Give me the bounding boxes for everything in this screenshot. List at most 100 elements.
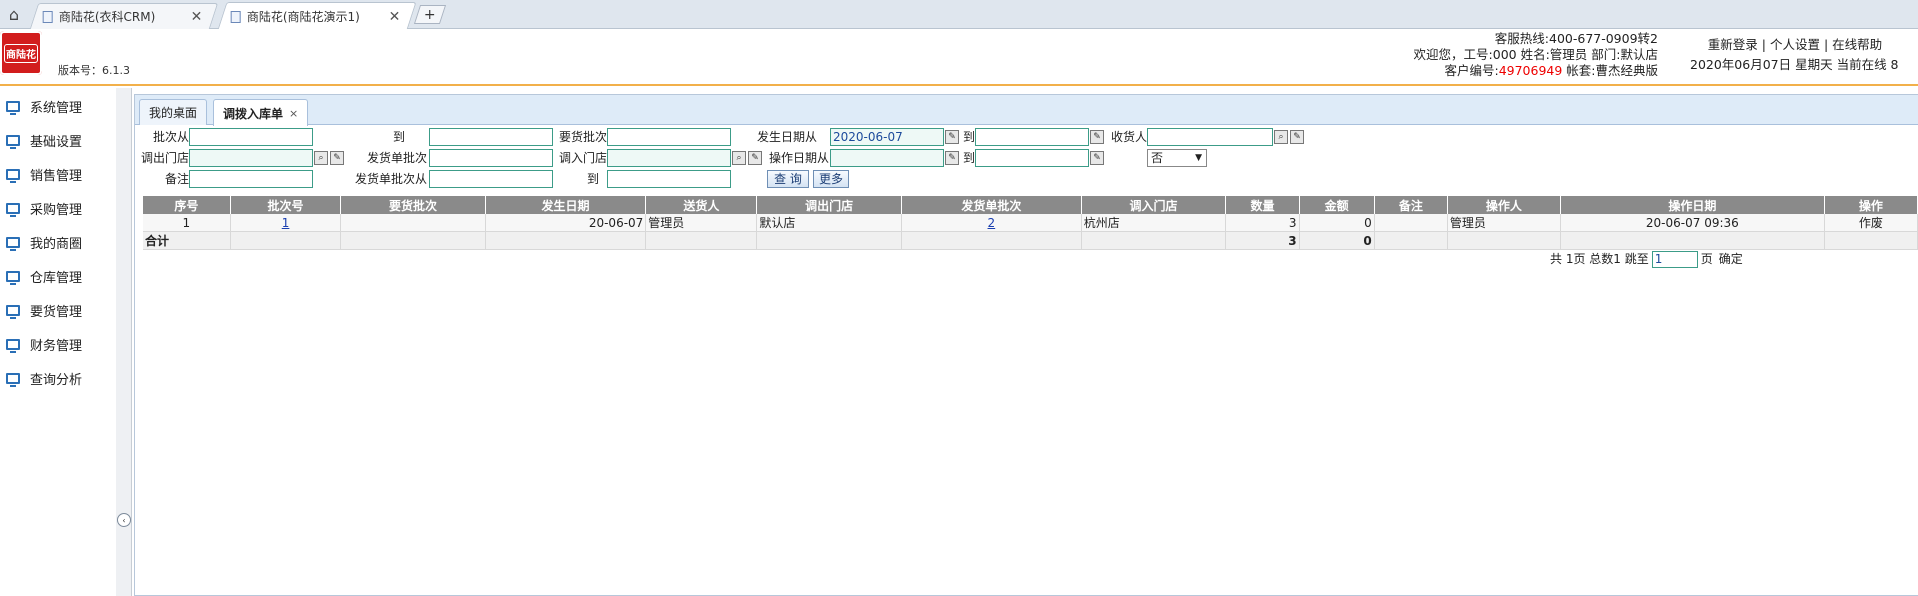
batch-to-input[interactable] (429, 128, 553, 146)
cell-qty: 3 (1225, 214, 1300, 232)
customer-line: 客户编号:49706949 帐套:曹杰经典版 (1444, 63, 1658, 78)
ship-batch-label: 发货单批次 (366, 151, 427, 165)
sidebar-item-business-circle[interactable]: 我的商圈 (6, 232, 82, 252)
cell-operator: 管理员 (1447, 214, 1561, 232)
pencil-icon[interactable]: ✎ (1290, 130, 1304, 144)
sidebar-item-warehouse[interactable]: 仓库管理 (6, 266, 82, 286)
table-sum-row: 合计 3 0 (143, 231, 1918, 250)
home-icon[interactable]: ⌂ (0, 0, 28, 29)
column-header[interactable]: 备注 (1374, 196, 1448, 214)
date-from-input[interactable]: 2020-06-07 (830, 128, 944, 146)
query-button[interactable]: 查 询 (767, 170, 809, 188)
void-action[interactable]: 作废 (1824, 214, 1918, 232)
search-icon[interactable]: ⌕ (314, 151, 328, 165)
close-icon[interactable]: ✕ (389, 9, 401, 25)
monitor-icon (6, 338, 20, 353)
receiver-input[interactable] (1147, 128, 1273, 146)
column-header[interactable]: 调出门店 (756, 196, 902, 214)
cell-deliverer: 管理员 (645, 214, 758, 232)
cell-op-date: 20-06-07 09:36 (1560, 214, 1825, 232)
header-links: 重新登录 | 个人设置 | 在线帮助 2020年06月07日 星期天 当前在线 … (1690, 35, 1900, 75)
more-button[interactable]: 更多 (813, 170, 849, 188)
search-icon[interactable]: ⌕ (1274, 130, 1288, 144)
batch-link[interactable]: 1 (282, 216, 290, 230)
cell-ship-batch: 2 (901, 214, 1082, 232)
column-header[interactable]: 送货人 (645, 196, 758, 214)
tab-transfer-in[interactable]: 调拨入库单 × (213, 99, 309, 126)
tab-my-desktop[interactable]: 我的桌面 (139, 99, 208, 125)
date-to-input[interactable] (975, 128, 1089, 146)
sidebar-item-finance[interactable]: 财务管理 (6, 334, 82, 354)
close-icon[interactable]: ✕ (191, 9, 203, 25)
batch-from-label: 批次从 (152, 130, 189, 144)
date-line: 2020年06月07日 星期天 当前在线 8 (1690, 57, 1899, 72)
transfer-in-table: 序号 批次号 要货批次 发生日期 送货人 调出门店 发货单批次 调入门店 数量 … (143, 196, 1918, 250)
browser-tab-demo[interactable]: 商陆花(商陆花演示1) ✕ (217, 2, 417, 30)
out-store-input[interactable] (189, 149, 313, 167)
online-help-link[interactable]: 在线帮助 (1832, 37, 1882, 52)
column-header[interactable]: 操作 (1824, 196, 1918, 214)
cell-seq: 1 (143, 214, 231, 232)
customer-number: 49706949 (1498, 63, 1563, 78)
ship-batch-input[interactable] (429, 149, 553, 167)
hotline: 客服热线:400-677-0909转2 (1494, 31, 1658, 46)
relogin-link[interactable]: 重新登录 (1708, 37, 1758, 52)
search-icon[interactable]: ⌕ (732, 151, 746, 165)
column-header[interactable]: 操作日期 (1560, 196, 1825, 214)
sidebar-item-system[interactable]: 系统管理 (6, 96, 82, 116)
column-header[interactable]: 批次号 (230, 196, 342, 214)
pencil-icon[interactable]: ✎ (330, 151, 344, 165)
column-header[interactable]: 发生日期 (485, 196, 647, 214)
column-header[interactable]: 发货单批次 (901, 196, 1082, 214)
table-row[interactable]: 1 1 20-06-07 管理员 默认店 2 杭州店 3 0 管理员 20-06… (143, 214, 1918, 232)
collapse-sidebar-icon[interactable]: ‹ (117, 513, 131, 527)
table-header-row: 序号 批次号 要货批次 发生日期 送货人 调出门店 发货单批次 调入门店 数量 … (143, 196, 1918, 214)
pencil-icon[interactable]: ✎ (1090, 151, 1104, 165)
sidebar-item-basic-settings[interactable]: 基础设置 (6, 130, 82, 150)
batch-from-input[interactable] (189, 128, 313, 146)
ship-batch-to-input[interactable] (607, 170, 731, 188)
personal-settings-link[interactable]: 个人设置 (1770, 37, 1820, 52)
ship-batch-link[interactable]: 2 (988, 216, 996, 230)
cell-remark (1374, 214, 1448, 232)
void-select[interactable]: 否 ▼ (1147, 149, 1207, 167)
op-date-to-input[interactable] (975, 149, 1089, 167)
page-confirm-button[interactable]: 确定 (1719, 250, 1743, 268)
pencil-icon[interactable]: ✎ (945, 130, 959, 144)
pencil-icon[interactable]: ✎ (748, 151, 762, 165)
in-store-input[interactable] (607, 149, 731, 167)
page-jump-input[interactable]: 1 (1651, 250, 1698, 268)
app-header: 商陆花 版本号：6.1.3 客服热线:400-677-0909转2 欢迎您，工号… (0, 29, 1918, 86)
new-tab-button[interactable]: + (413, 5, 447, 24)
pencil-icon[interactable]: ✎ (945, 151, 959, 165)
op-date-from-input[interactable] (830, 149, 944, 167)
browser-tab-crm[interactable]: 商陆花(衣科CRM) ✕ (29, 3, 219, 29)
monitor-icon (6, 202, 20, 217)
column-header[interactable]: 金额 (1299, 196, 1375, 214)
sidebar-item-sales[interactable]: 销售管理 (6, 164, 82, 184)
content-tab-bar: 我的桌面 调拨入库单 × (135, 95, 1918, 126)
cell-req-batch (340, 214, 486, 232)
column-header[interactable]: 数量 (1225, 196, 1300, 214)
pagination: 共 1页 总数1 跳至 1 页 确定 (1550, 250, 1743, 268)
sidebar-item-requisition[interactable]: 要货管理 (6, 300, 82, 320)
out-store-label: 调出门店 (140, 151, 189, 165)
req-batch-label: 要货批次 (558, 130, 607, 144)
sidebar-item-purchase[interactable]: 采购管理 (6, 198, 82, 218)
in-store-label: 调入门店 (558, 151, 607, 165)
remark-input[interactable] (189, 170, 313, 188)
pencil-icon[interactable]: ✎ (1090, 130, 1104, 144)
column-header[interactable]: 序号 (143, 196, 231, 214)
sidebar-item-query-analysis[interactable]: 查询分析 (6, 368, 82, 388)
ship-batch-to-label: 到 (586, 172, 599, 186)
column-header[interactable]: 调入门店 (1081, 196, 1227, 214)
column-header[interactable]: 操作人 (1447, 196, 1561, 214)
ship-batch-from-input[interactable] (429, 170, 553, 188)
column-header[interactable]: 要货批次 (340, 196, 486, 214)
sidebar: 系统管理 基础设置 销售管理 采购管理 我的商圈 仓库管理 要货管理 财务管理 … (0, 88, 116, 596)
cell-amount: 0 (1299, 214, 1375, 232)
close-icon[interactable]: × (289, 107, 298, 120)
req-batch-input[interactable] (607, 128, 731, 146)
logo: 商陆花 (0, 31, 42, 75)
page-unit: 页 (1700, 252, 1713, 266)
